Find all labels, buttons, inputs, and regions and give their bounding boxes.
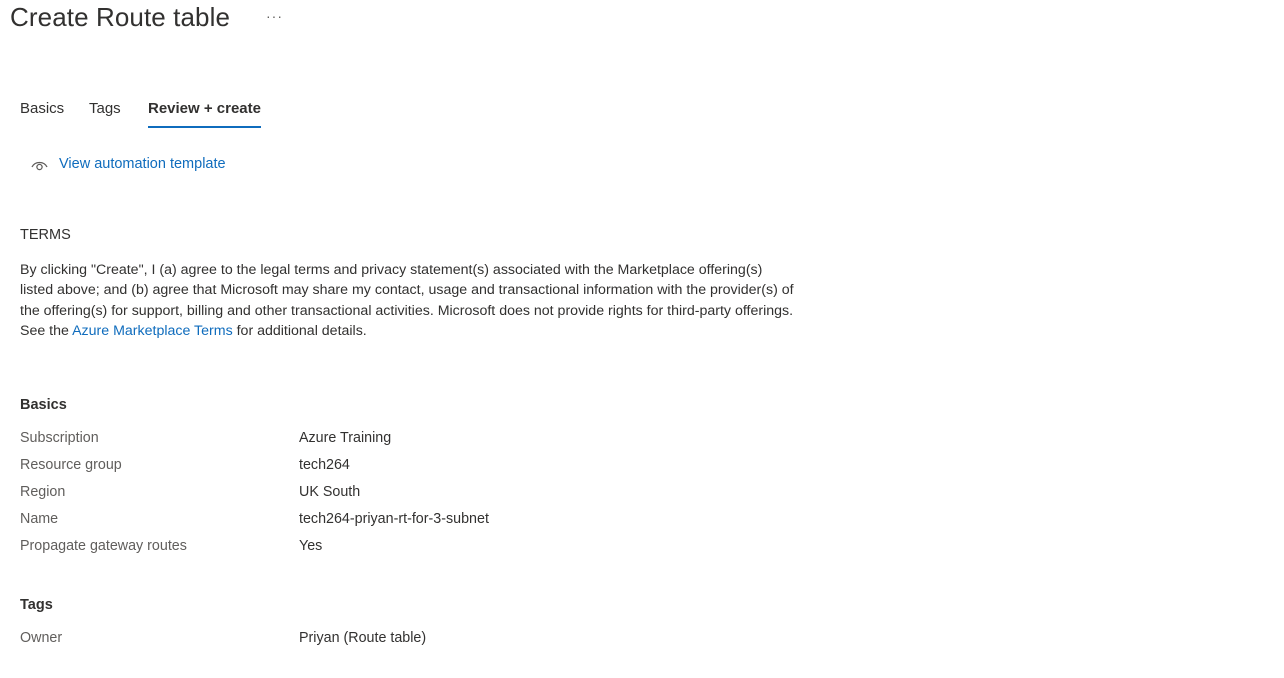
automation-link-label: View automation template [59,156,226,172]
tab-basics[interactable]: Basics [20,99,64,128]
row-value: tech264 [299,457,350,473]
tab-tags[interactable]: Tags [89,99,121,128]
summary-row-subscription: Subscription Azure Training [20,430,720,450]
row-value: Priyan (Route table) [299,630,427,646]
row-value: UK South [299,484,361,500]
section-title-tags: Tags [20,597,53,613]
row-value: Azure Training [299,430,392,446]
row-value: tech264-priyan-rt-for-3-subnet [299,511,489,527]
row-value: Yes [299,538,323,554]
row-label: Region [20,484,66,500]
page-title: Create Route table [10,2,231,32]
more-options-button[interactable]: ··· [266,8,283,24]
summary-row-propagate-gateway-routes: Propagate gateway routes Yes [20,538,720,558]
tab-review-create[interactable]: Review + create [148,99,261,128]
summary-row-region: Region UK South [20,484,720,504]
active-tab-indicator [148,126,261,128]
row-label: Subscription [20,430,99,446]
azure-marketplace-terms-link[interactable]: Azure Marketplace Terms [72,323,233,339]
section-title-basics: Basics [20,397,67,413]
summary-row-name: Name tech264-priyan-rt-for-3-subnet [20,511,720,531]
terms-text: By clicking "Create", I (a) agree to the… [20,260,795,341]
tab-label: Tags [89,100,121,117]
summary-row-resource-group: Resource group tech264 [20,457,720,477]
row-label: Name [20,511,59,527]
tab-label: Review + create [148,100,261,117]
row-label: Owner [20,630,63,646]
tab-label: Basics [20,100,65,117]
eye-icon [31,161,48,171]
terms-heading: TERMS [20,227,71,243]
row-label: Resource group [20,457,122,473]
terms-text-after: for additional details. [232,322,367,339]
row-label: Propagate gateway routes [20,538,187,554]
summary-row-owner: Owner Priyan (Route table) [20,630,720,650]
